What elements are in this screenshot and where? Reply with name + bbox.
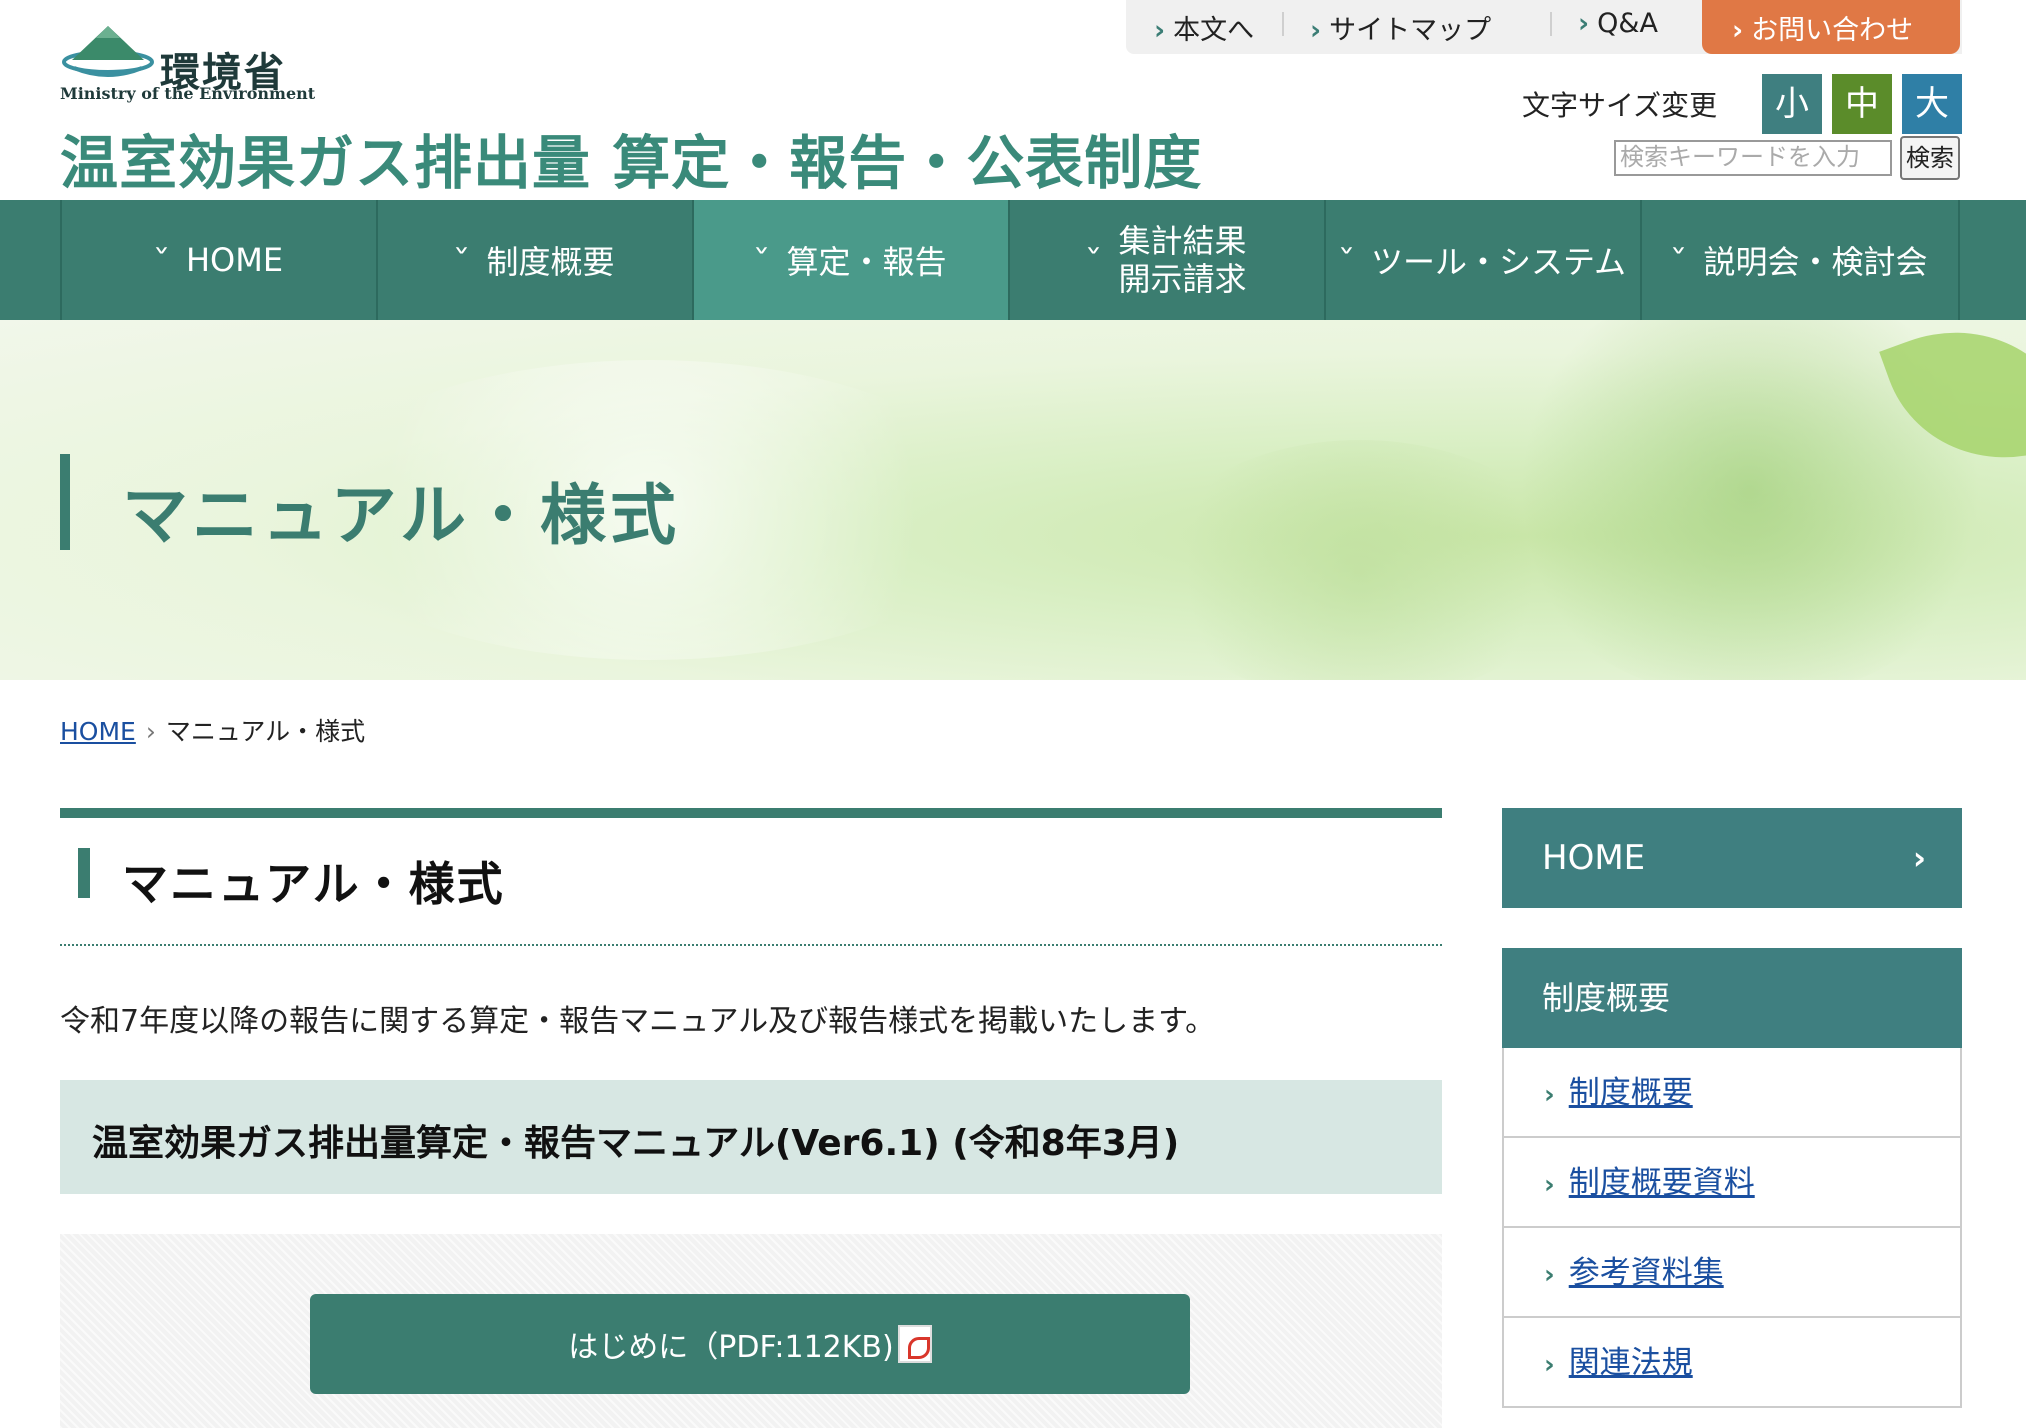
pdf-download-button[interactable]: はじめに（PDF:112KB) <box>310 1294 1190 1394</box>
font-size-large-button[interactable]: 大 <box>1902 74 1962 134</box>
chevron-right-icon: › <box>1732 15 1744 46</box>
global-navigation: ˅ HOME ˅ 制度概要 ˅ 算定・報告 ˅ 集計結果 開示請求 ˅ ツール・システム … <box>0 200 2026 320</box>
sitemap-link[interactable]: › サイトマップ <box>1310 8 1491 47</box>
document-list-area: はじめに（PDF:112KB) <box>60 1234 1442 1428</box>
logo-english-text: Ministry of the Environment <box>60 84 316 103</box>
utility-divider <box>1550 12 1552 36</box>
chevron-right-icon: › <box>1544 1170 1555 1200</box>
sidebar-item-system-overview[interactable]: › 制度概要 <box>1504 1048 1960 1138</box>
chevron-right-icon: › <box>1544 1260 1555 1290</box>
breadcrumb-current: マニュアル・様式 <box>165 717 366 746</box>
dotted-divider <box>60 944 1442 946</box>
sidebar-item-related-laws[interactable]: › 関連法規 <box>1504 1318 1960 1408</box>
chevron-right-icon: › <box>1310 15 1322 46</box>
nav-calculation-report[interactable]: ˅ 算定・報告 <box>692 200 1008 320</box>
nav-results-disclosure[interactable]: ˅ 集計結果 開示請求 <box>1008 200 1324 320</box>
qa-link[interactable]: › Q&A <box>1578 8 1658 39</box>
logo-mountain-icon <box>62 26 154 77</box>
chevron-right-icon: › <box>1544 1080 1555 1110</box>
hero-accent-bar <box>60 454 70 550</box>
font-size-small-button[interactable]: 小 <box>1762 74 1822 134</box>
hero-title: マニュアル・様式 <box>122 477 681 554</box>
contact-button[interactable]: › お問い合わせ <box>1702 0 1960 54</box>
heading-accent-bar <box>78 848 90 898</box>
ministry-logo[interactable]: 環境省 Ministry of the Environment <box>60 22 315 112</box>
content-top-rule <box>60 808 1442 818</box>
font-size-label: 文字サイズ変更 <box>1522 89 1718 122</box>
chevron-right-icon: › <box>145 717 156 746</box>
chevron-down-icon: ˅ <box>1669 245 1689 275</box>
hero-banner: マニュアル・様式 <box>0 320 2026 680</box>
nav-briefings-meetings[interactable]: ˅ 説明会・検討会 <box>1640 200 1960 320</box>
site-header: 環境省 Ministry of the Environment 温室効果ガス排出… <box>0 0 2026 200</box>
section-title: 温室効果ガス排出量算定・報告マニュアル(Ver6.1) (令和8年3月) <box>92 1123 1180 1164</box>
chevron-down-icon: ˅ <box>752 245 772 275</box>
chevron-right-icon: › <box>1912 839 1926 877</box>
font-size-medium-button[interactable]: 中 <box>1832 74 1892 134</box>
nav-home[interactable]: ˅ HOME <box>60 200 376 320</box>
section-heading-box: 温室効果ガス排出量算定・報告マニュアル(Ver6.1) (令和8年3月) <box>60 1080 1442 1194</box>
chevron-down-icon: ˅ <box>452 245 472 275</box>
breadcrumb-home-link[interactable]: HOME <box>60 717 136 746</box>
sidebar-section-heading: 制度概要 <box>1502 948 1962 1048</box>
page-description: 令和7年度以降の報告に関する算定・報告マニュアル及び報告様式を掲載いたします。 <box>60 1004 1216 1039</box>
search-button[interactable]: 検索 <box>1900 136 1960 180</box>
sidebar-item-reference-materials[interactable]: › 参考資料集 <box>1504 1228 1960 1318</box>
search-input[interactable]: 検索キーワードを入力 <box>1614 140 1892 176</box>
pdf-button-label: はじめに（PDF:112KB) <box>568 1330 894 1365</box>
sidebar-home-link[interactable]: HOME › <box>1502 808 1962 908</box>
chevron-down-icon: ˅ <box>152 245 171 275</box>
chevron-down-icon: ˅ <box>1084 245 1104 275</box>
page-title: マニュアル・様式 <box>122 857 505 911</box>
utility-divider <box>1282 12 1284 36</box>
sidebar-list: › 制度概要 › 制度概要資料 › 参考資料集 › 関連法規 <box>1502 1048 1962 1408</box>
nav-tools-systems[interactable]: ˅ ツール・システム <box>1324 200 1640 320</box>
site-title[interactable]: 温室効果ガス排出量 算定・報告・公表制度 <box>60 116 1202 200</box>
chevron-right-icon: › <box>1578 8 1590 39</box>
pdf-icon <box>897 1325 932 1363</box>
breadcrumb: HOME › マニュアル・様式 <box>60 712 365 748</box>
chevron-down-icon: ˅ <box>1337 245 1356 275</box>
sidebar-item-overview-materials[interactable]: › 制度概要資料 <box>1504 1138 1960 1228</box>
chevron-right-icon: › <box>1154 15 1166 46</box>
nav-system-overview[interactable]: ˅ 制度概要 <box>376 200 692 320</box>
skip-to-content-link[interactable]: › 本文へ <box>1154 8 1254 47</box>
chevron-right-icon: › <box>1544 1350 1555 1380</box>
